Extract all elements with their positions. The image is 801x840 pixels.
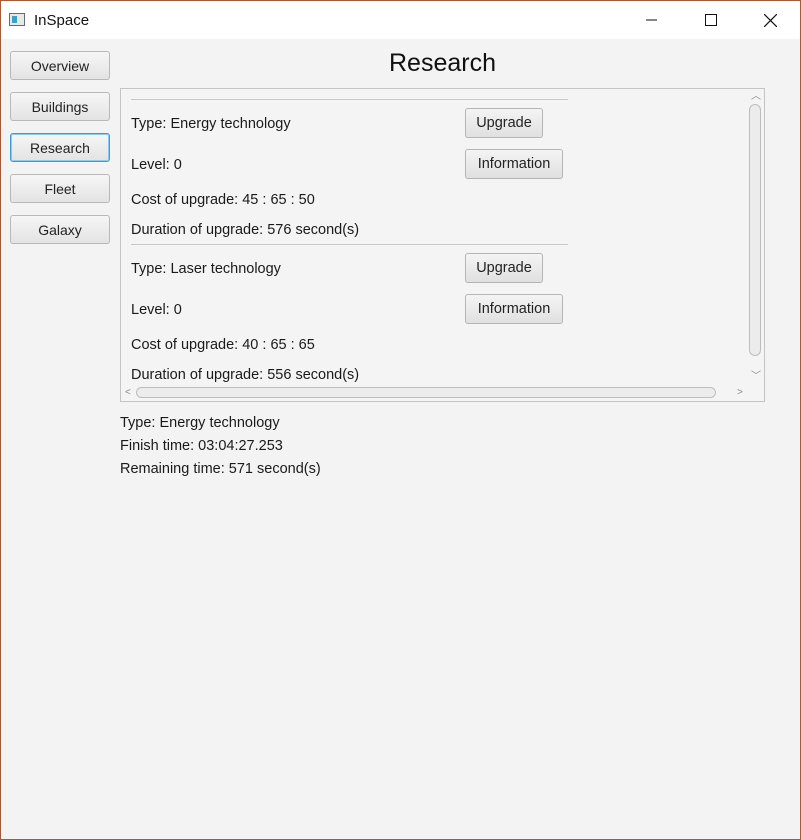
minimize-button[interactable]: [629, 1, 675, 39]
research-type: Type: Laser technology: [131, 261, 281, 277]
close-button[interactable]: [747, 1, 793, 39]
scroll-up-icon[interactable]: ︿: [751, 92, 761, 102]
vertical-scroll-thumb[interactable]: [749, 104, 761, 356]
current-research-finish-time: Finish time: 03:04:27.253: [120, 438, 283, 454]
information-button[interactable]: Information: [465, 294, 563, 324]
app-window: InSpace Overview Buildings Research Flee…: [0, 0, 801, 840]
maximize-button[interactable]: [688, 1, 734, 39]
upgrade-button[interactable]: Upgrade: [465, 253, 543, 283]
maximize-icon: [705, 14, 717, 26]
nav-buildings-button[interactable]: Buildings: [10, 92, 110, 121]
scroll-left-icon[interactable]: <: [125, 388, 131, 398]
nav-research-button[interactable]: Research: [10, 133, 110, 162]
window-title: InSpace: [34, 12, 90, 29]
horizontal-scroll-thumb[interactable]: [136, 387, 716, 398]
nav-overview-button[interactable]: Overview: [10, 51, 110, 80]
research-duration: Duration of upgrade: 556 second(s): [131, 367, 360, 383]
horizontal-scrollbar[interactable]: < >: [122, 385, 748, 401]
close-icon: [763, 13, 777, 27]
research-cost: Cost of upgrade: 45 : 65 : 50: [131, 192, 315, 208]
scroll-right-icon[interactable]: >: [737, 388, 743, 398]
app-icon: [9, 13, 25, 26]
research-item: Type: Energy technology Upgrade Level: 0…: [131, 99, 568, 245]
title-bar: InSpace: [1, 1, 800, 39]
research-duration: Duration of upgrade: 576 second(s): [131, 222, 360, 238]
research-level: Level: 0: [131, 157, 182, 173]
research-scroll-panel[interactable]: Type: Energy technology Upgrade Level: 0…: [120, 88, 765, 402]
nav-galaxy-button[interactable]: Galaxy: [10, 215, 110, 244]
minimize-icon: [646, 19, 657, 21]
upgrade-button[interactable]: Upgrade: [465, 108, 543, 138]
research-cost: Cost of upgrade: 40 : 65 : 65: [131, 337, 315, 353]
vertical-scrollbar[interactable]: ︿ ﹀: [748, 90, 764, 385]
research-level: Level: 0: [131, 302, 182, 318]
nav-fleet-button[interactable]: Fleet: [10, 174, 110, 203]
page-title: Research: [389, 49, 496, 77]
research-type: Type: Energy technology: [131, 116, 291, 132]
research-item: Type: Laser technology Upgrade Level: 0 …: [131, 244, 568, 390]
information-button[interactable]: Information: [465, 149, 563, 179]
current-research-type: Type: Energy technology: [120, 415, 280, 431]
scroll-down-icon[interactable]: ﹀: [751, 372, 761, 382]
current-research-remaining-time: Remaining time: 571 second(s): [120, 461, 321, 477]
